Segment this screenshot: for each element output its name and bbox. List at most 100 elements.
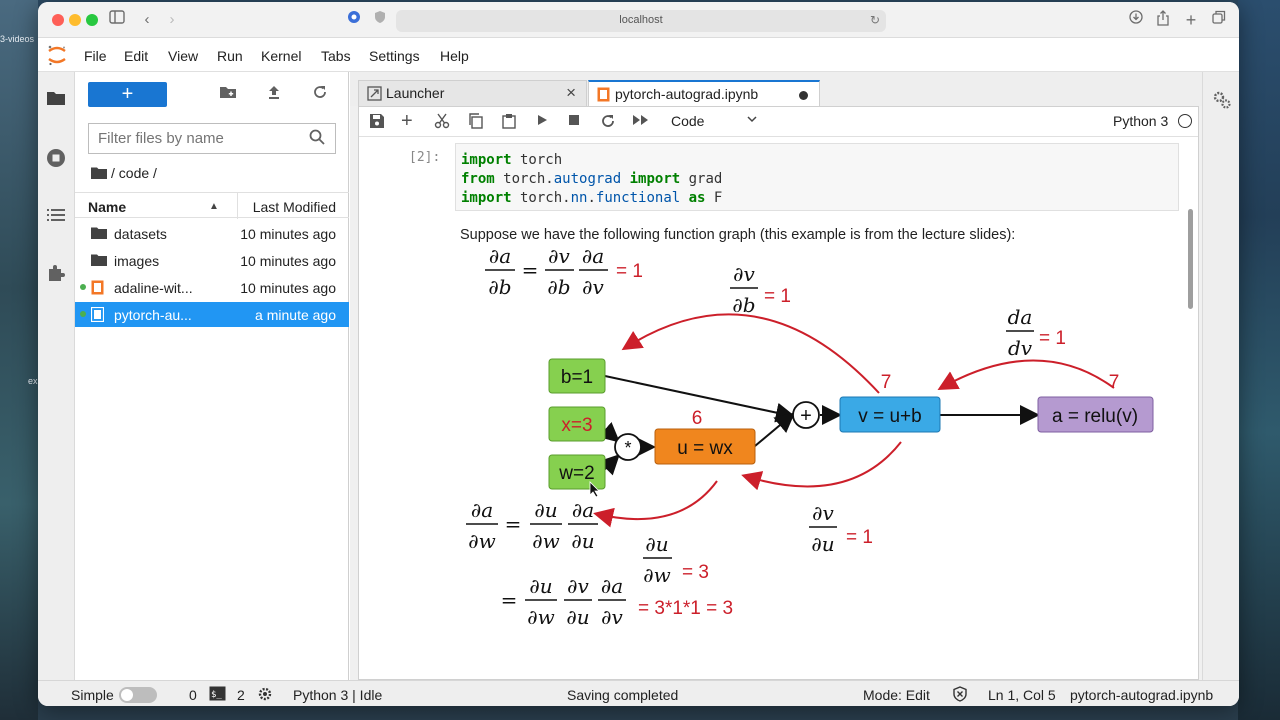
eq-dadb-t2-num: ∂a	[582, 244, 604, 268]
running-kernels-icon[interactable]	[46, 148, 68, 170]
menu-kernel[interactable]: Kernel	[261, 48, 301, 64]
eq-r2-num: ∂v	[567, 574, 589, 598]
back-icon[interactable]: ‹	[137, 10, 157, 30]
debugger-icon[interactable]	[952, 686, 968, 705]
notebook-toolbar: + Code Python 3	[359, 107, 1198, 137]
table-of-contents-icon[interactable]	[46, 206, 68, 228]
file-row[interactable]: datasets 10 minutes ago	[75, 221, 349, 246]
copy-icon[interactable]	[468, 113, 486, 131]
folder-tab-icon[interactable]	[46, 89, 68, 111]
kernel-status[interactable]: Python 3 | Idle	[293, 687, 382, 703]
cursor-position[interactable]: Ln 1, Col 5	[988, 687, 1056, 703]
column-modified-header[interactable]: Last Modified	[253, 199, 336, 215]
kernel-idle-icon	[1178, 114, 1192, 128]
filter-files-input[interactable]	[98, 125, 308, 152]
jupyter-logo-icon	[46, 44, 68, 66]
eq-dadb-t1-num: ∂v	[548, 244, 570, 268]
eq-dadb-result: = 1	[616, 261, 643, 282]
file-modified: 10 minutes ago	[240, 226, 336, 242]
kernel-name[interactable]: Python 3	[1113, 113, 1168, 129]
document-tab-bar: Launcher × pytorch-autograd.ipynb	[350, 72, 1239, 106]
right-sidebar-rail	[1202, 72, 1239, 680]
save-icon[interactable]	[369, 113, 387, 131]
home-folder-icon[interactable]	[91, 166, 107, 179]
kernel-gear-icon[interactable]	[257, 686, 273, 705]
eq-dadw-t2-num: ∂a	[572, 498, 594, 522]
terminal-count[interactable]: 0	[189, 687, 197, 703]
file-row[interactable]: images 10 minutes ago	[75, 248, 349, 273]
tab-overview-icon[interactable]	[1209, 10, 1229, 30]
menu-file[interactable]: File	[84, 48, 107, 64]
run-icon[interactable]	[535, 113, 553, 131]
eq-r3-num: ∂a	[601, 574, 623, 598]
refresh-icon[interactable]	[312, 84, 334, 106]
menu-tabs[interactable]: Tabs	[321, 48, 351, 64]
menu-view[interactable]: View	[168, 48, 198, 64]
sidebar-toggle-icon[interactable]	[107, 10, 127, 30]
password-manager-icon[interactable]	[344, 10, 364, 30]
zoom-window-button[interactable]	[86, 14, 98, 26]
fast-forward-icon[interactable]	[632, 113, 650, 131]
tab-launcher[interactable]: Launcher ×	[358, 80, 587, 106]
minimize-window-button[interactable]	[69, 14, 81, 26]
desktop-label-top: 3-videos	[0, 34, 35, 44]
chevron-down-icon[interactable]	[746, 112, 760, 126]
eq-dvdb-result: = 1	[764, 286, 791, 307]
downloads-icon[interactable]	[1126, 10, 1146, 30]
function-graph-diagram: b=1 x=3 w=2 * u = wx 6 + v = u+b 7 a = r…	[466, 244, 1154, 629]
launcher-icon	[367, 86, 382, 104]
file-row[interactable]: pytorch-au... a minute ago	[75, 302, 349, 327]
equals-sign: =	[501, 588, 518, 612]
menu-run[interactable]: Run	[217, 48, 243, 64]
restart-icon[interactable]	[600, 113, 618, 131]
code-token: grad	[680, 171, 723, 187]
share-icon[interactable]	[1153, 10, 1173, 30]
forward-icon[interactable]: ›	[162, 10, 182, 30]
menu-edit[interactable]: Edit	[124, 48, 148, 64]
unsaved-dot-icon[interactable]	[799, 91, 808, 100]
file-name: datasets	[114, 226, 167, 242]
menu-settings[interactable]: Settings	[369, 48, 420, 64]
stop-icon[interactable]	[567, 113, 585, 131]
running-indicator-icon	[80, 311, 86, 317]
eq-dadw-t2-den: ∂u	[571, 529, 594, 553]
paste-icon[interactable]	[501, 113, 519, 131]
eq-dudw-result: = 3	[682, 562, 709, 583]
code-cell[interactable]: import torch from torch.autograd import g…	[455, 143, 1179, 211]
simple-mode-toggle[interactable]	[119, 687, 157, 703]
column-name-header[interactable]: Name	[88, 199, 126, 215]
kernel-count[interactable]: 2	[237, 687, 245, 703]
privacy-shield-icon[interactable]	[370, 10, 390, 30]
cell-type-select[interactable]: Code	[671, 113, 704, 129]
new-launcher-button[interactable]: +	[88, 82, 167, 107]
upload-icon[interactable]	[266, 84, 288, 106]
grad-arrow-v-to-b	[621, 313, 880, 394]
property-inspector-gears-icon[interactable]	[1212, 90, 1232, 113]
code-token: .	[587, 190, 596, 206]
eq-dadv-den: dv	[1008, 336, 1033, 360]
node-u: u = wx	[677, 438, 733, 459]
eq-dadw-lhs-num: ∂a	[471, 498, 493, 522]
folder-icon	[91, 253, 107, 267]
toggle-knob	[121, 689, 133, 701]
new-folder-icon[interactable]	[219, 84, 241, 106]
terminal-icon[interactable]: $_	[209, 686, 226, 704]
column-divider[interactable]	[237, 193, 238, 219]
extensions-puzzle-icon[interactable]	[46, 263, 68, 285]
close-window-button[interactable]	[52, 14, 64, 26]
file-row[interactable]: adaline-wit... 10 minutes ago	[75, 275, 349, 300]
cut-icon[interactable]	[434, 113, 452, 131]
filter-files-field[interactable]	[88, 123, 336, 154]
code-token: autograd	[553, 171, 622, 187]
new-tab-icon[interactable]: +	[1181, 10, 1201, 30]
reload-icon[interactable]: ↻	[870, 13, 880, 27]
menu-help[interactable]: Help	[440, 48, 469, 64]
file-list-header: Name ▲ Last Modified	[75, 192, 349, 219]
notebook-icon	[91, 280, 107, 295]
address-bar[interactable]: localhost ↻	[396, 10, 886, 32]
close-tab-icon[interactable]: ×	[566, 83, 576, 103]
insert-cell-icon[interactable]: +	[401, 111, 419, 131]
breadcrumb-path[interactable]: / code /	[111, 165, 157, 181]
tab-notebook[interactable]: pytorch-autograd.ipynb	[588, 80, 820, 106]
